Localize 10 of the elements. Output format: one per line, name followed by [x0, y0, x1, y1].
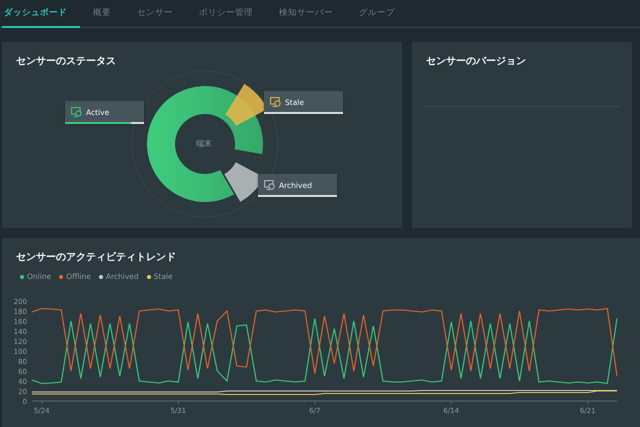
donut-center-label: 端末	[196, 138, 212, 149]
panel-title: センサーのバージョン	[425, 55, 527, 68]
nav-tab[interactable]: センサー	[135, 0, 186, 28]
nav-tab[interactable]: グループ	[357, 0, 408, 28]
nav-tab[interactable]: ダッシュボード	[2, 0, 80, 28]
nav-tab[interactable]: 概要	[91, 0, 124, 28]
nav-tab[interactable]: ポリシー管理	[197, 0, 266, 28]
nav-tab[interactable]: 検知サーバー	[277, 0, 346, 28]
panel-title: センサーのアクティビティトレンド	[15, 250, 177, 264]
panel-title: センサーのステータス	[15, 55, 117, 68]
